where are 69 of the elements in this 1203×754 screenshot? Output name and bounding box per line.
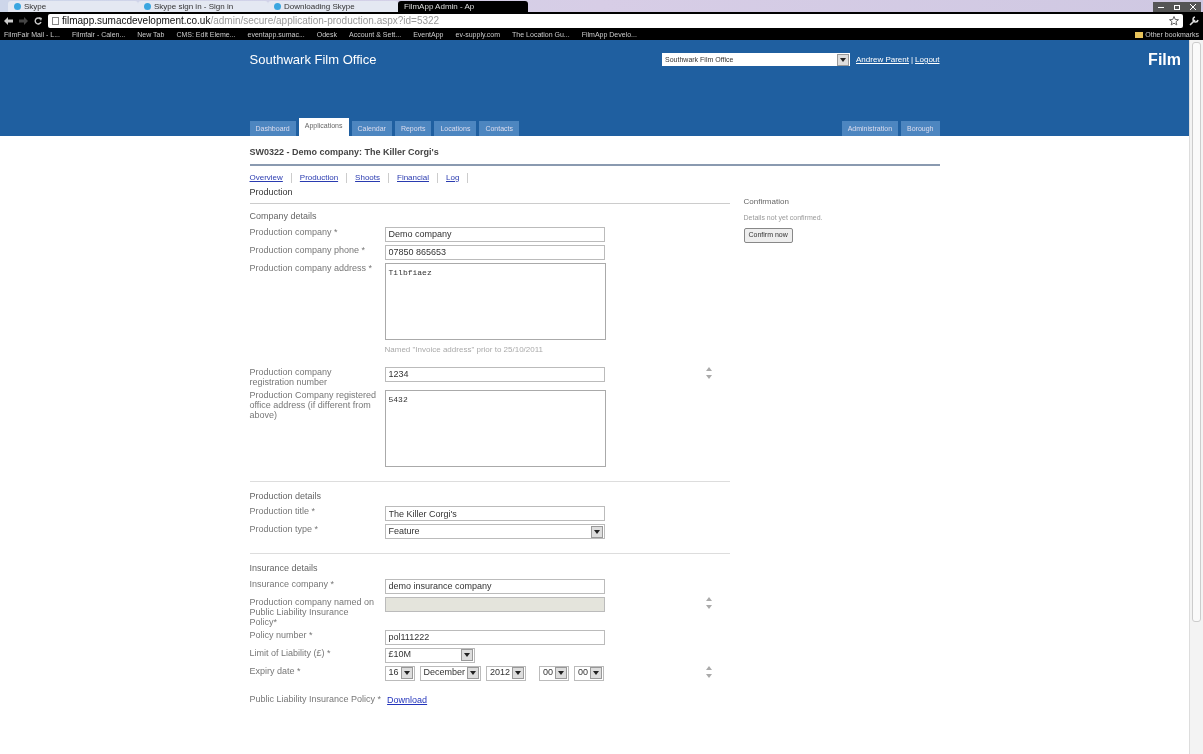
application-title: SW0322 - Demo company: The Killer Corgi's — [249, 146, 940, 166]
group-heading: Insurance details — [249, 562, 319, 575]
section-link[interactable]: Log — [446, 171, 460, 184]
download-link[interactable]: Download — [387, 693, 428, 707]
field-label: Expiry date * — [249, 665, 302, 676]
address-field[interactable]: filmapp.sumacdevelopment.co.uk/admin/secure/application-production.aspx?id=5322 — [48, 13, 1183, 28]
field-label: Insurance company * — [249, 578, 336, 589]
scrollbar[interactable] — [1189, 40, 1203, 754]
dropdown[interactable]: 00 — [574, 665, 605, 681]
text-field[interactable]: 1234 — [384, 366, 605, 382]
field-label: Production company registration number — [249, 366, 333, 387]
close-icon[interactable] — [1190, 4, 1196, 10]
dropdown-caret-icon — [460, 649, 473, 661]
field-label: Limit of Liability (£) * — [249, 647, 332, 658]
field-label: Production company phone * — [249, 244, 367, 255]
group-heading: Company details — [249, 210, 318, 223]
browser-tab[interactable]: FilmApp Admin - Ap — [398, 1, 528, 12]
site-title: Southwark Film Office — [249, 51, 377, 69]
browser-tab[interactable]: Skype sign in - Sign in — [138, 1, 268, 12]
star-icon[interactable] — [1169, 15, 1179, 26]
user-link[interactable]: Andrew Parent — [856, 53, 909, 66]
field-label: Production Company registered office address (if different from above) — [249, 389, 378, 420]
field-label: Production company * — [249, 226, 339, 237]
field-label: Production title * — [249, 506, 317, 516]
dropdown-caret-icon — [837, 53, 850, 66]
dropdown-caret-icon — [555, 667, 568, 679]
text-field[interactable]: The Killer Corgi's — [384, 506, 605, 521]
text-field[interactable]: pol111222 — [384, 629, 605, 645]
group-heading: Production details — [249, 489, 323, 503]
field-hint: Named "Invoice address" prior to 25/10/2011 — [384, 343, 543, 356]
dropdown-caret-icon — [400, 667, 413, 679]
field-label: Production company named on Public Liability Insurance Policy* — [249, 596, 376, 627]
dropdown[interactable]: 00 — [539, 665, 570, 681]
confirmation-heading: Confirmation — [743, 195, 789, 208]
dropdown-caret-icon — [467, 667, 480, 679]
field-label: Public Liability Insurance Policy * — [249, 693, 383, 704]
field-label: Production company address * — [249, 262, 374, 273]
dropdown[interactable]: £10M — [384, 647, 475, 663]
dropdown-caret-icon — [590, 667, 603, 679]
section-link[interactable]: Shoots — [355, 171, 380, 184]
section-link[interactable]: Financial — [397, 171, 429, 184]
field-label: Policy number * — [249, 629, 314, 640]
logout-link[interactable]: Logout — [915, 53, 940, 66]
dropdown[interactable]: 2012 — [486, 665, 527, 681]
field-label: Production type * — [249, 524, 320, 534]
dropdown[interactable]: 16 — [384, 665, 415, 681]
back-icon[interactable] — [4, 16, 13, 25]
section-link[interactable]: Overview — [249, 171, 283, 184]
wrench-icon[interactable] — [1189, 15, 1199, 26]
dropdown[interactable]: Feature — [384, 524, 605, 539]
section-link[interactable]: Production — [299, 171, 339, 184]
text-field[interactable]: Demo company — [384, 226, 605, 242]
dropdown-caret-icon — [512, 667, 525, 679]
maximize-icon[interactable] — [1174, 4, 1180, 10]
browser-tab[interactable]: Skype — [8, 1, 138, 12]
text-area[interactable]: 5432 — [384, 389, 606, 467]
text-field[interactable]: 07850 865653 — [384, 244, 605, 260]
folder-icon — [1135, 31, 1144, 38]
separator: | — [910, 53, 914, 66]
dropdown[interactable]: December — [419, 665, 482, 681]
dropdown-caret-icon — [590, 525, 603, 538]
section-heading: Production — [249, 185, 730, 204]
page-icon — [52, 16, 59, 25]
minimize-icon[interactable] — [1158, 6, 1164, 8]
text-area[interactable]: Tilbfiaez — [384, 262, 606, 340]
text-field[interactable]: demo insurance company — [384, 578, 605, 594]
site-logo: Film — [1148, 50, 1181, 70]
browser-tab[interactable]: Downloading Skype — [268, 1, 398, 12]
reload-icon[interactable] — [34, 16, 42, 25]
